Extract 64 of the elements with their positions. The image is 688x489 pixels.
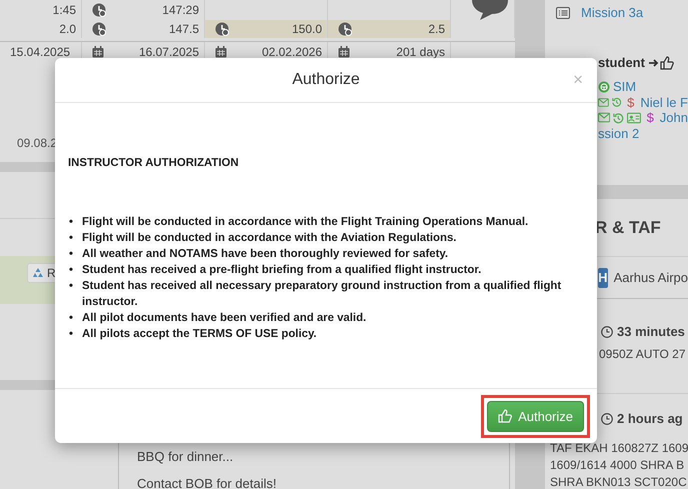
metar-age: 33 minutes	[617, 324, 685, 339]
clock-icon	[92, 3, 106, 17]
calendar-icon	[338, 46, 350, 58]
date-value: 16.07.2025	[138, 45, 199, 59]
list-icon	[556, 6, 570, 18]
time-value: 2.5	[428, 22, 445, 36]
clock-icon	[601, 326, 613, 338]
history-icon	[612, 96, 622, 108]
bullet: •	[68, 247, 74, 262]
authorization-item: All weather and NOTAMS have been thoroughly reviewed for safety.	[82, 247, 448, 262]
note-line: Contact BOB for details!	[137, 476, 278, 489]
authorization-item: Flight will be conducted in accordance with the Flight Training Operations Manual.	[82, 215, 528, 230]
date-value: 201 days	[396, 45, 445, 59]
dollar-sign: $	[627, 94, 634, 110]
lesson-link[interactable]: ssion 2	[598, 126, 640, 141]
bullet: •	[68, 311, 74, 326]
bullet: •	[68, 279, 74, 294]
crew-link[interactable]: SIM	[613, 79, 636, 94]
taf-line: TAF EKAH 160827Z 1609	[550, 440, 688, 456]
bullet: •	[68, 263, 74, 278]
envelope-icon	[598, 112, 610, 124]
crew-link[interactable]: Niel le F	[640, 94, 688, 110]
bullet: •	[68, 231, 74, 246]
thumbs-up-icon	[498, 409, 512, 423]
total-time: 147:29	[162, 3, 199, 17]
clock-icon	[338, 22, 352, 36]
total-time: 147.5	[168, 22, 199, 36]
clock-icon	[92, 22, 106, 36]
authorization-heading: INSTRUCTOR AUTHORIZATION	[68, 157, 240, 169]
taf-line: SHRA BKN013 SCT020C	[550, 474, 688, 489]
clock-icon	[215, 22, 229, 36]
mission-link[interactable]: Mission 3a	[581, 5, 644, 20]
note-line: BBQ for dinner...	[137, 449, 234, 465]
person-card-icon	[626, 112, 641, 124]
student-heading: student	[598, 55, 645, 70]
taf-age: 2 hours ag	[617, 411, 683, 426]
authorization-item: Student has received all necessary preparatory ground instruction from a qualified flight instructor.	[82, 279, 562, 310]
airport-badge: H	[598, 268, 608, 288]
authorization-item: All pilots accept the TERMS OF USE policy.	[82, 327, 317, 342]
time-value: 1:45	[52, 3, 76, 17]
calendar-icon	[215, 46, 227, 58]
time-value: 150.0	[292, 22, 322, 36]
taf-line: 1609/1614 4000 SHRA B	[550, 457, 686, 473]
calendar-icon	[92, 46, 104, 58]
crew-link[interactable]: John	[660, 110, 688, 126]
time-value: 2.0	[59, 22, 76, 36]
dialog-title: Authorize	[292, 71, 360, 89]
close-button[interactable]: ×	[573, 71, 583, 88]
bullet: •	[68, 327, 74, 342]
bullet: •	[68, 215, 74, 230]
airport-name: Aarhus Airpo	[614, 270, 688, 285]
authorize-button[interactable]: Authorize	[487, 400, 584, 432]
authorization-item: All pilot documents have been verified and are valid.	[82, 311, 366, 326]
authorization-item: Student has received a pre-flight briefing from a qualified flight instructor.	[82, 263, 482, 278]
authorization-item: Flight will be conducted in accordance with the Aviation Regulations.	[82, 231, 456, 246]
metar-text: 0950Z AUTO 27	[599, 347, 686, 361]
clock-icon	[601, 412, 613, 424]
history-icon	[613, 112, 624, 124]
date-value: 02.02.2026	[262, 45, 322, 59]
envelope-icon	[598, 96, 609, 108]
arrow-thumbs-up-icon	[648, 56, 674, 70]
dollar-sign: $	[646, 110, 654, 126]
date-value: 15.04.2025	[10, 45, 70, 59]
speech-bubble-icon	[470, 0, 510, 20]
